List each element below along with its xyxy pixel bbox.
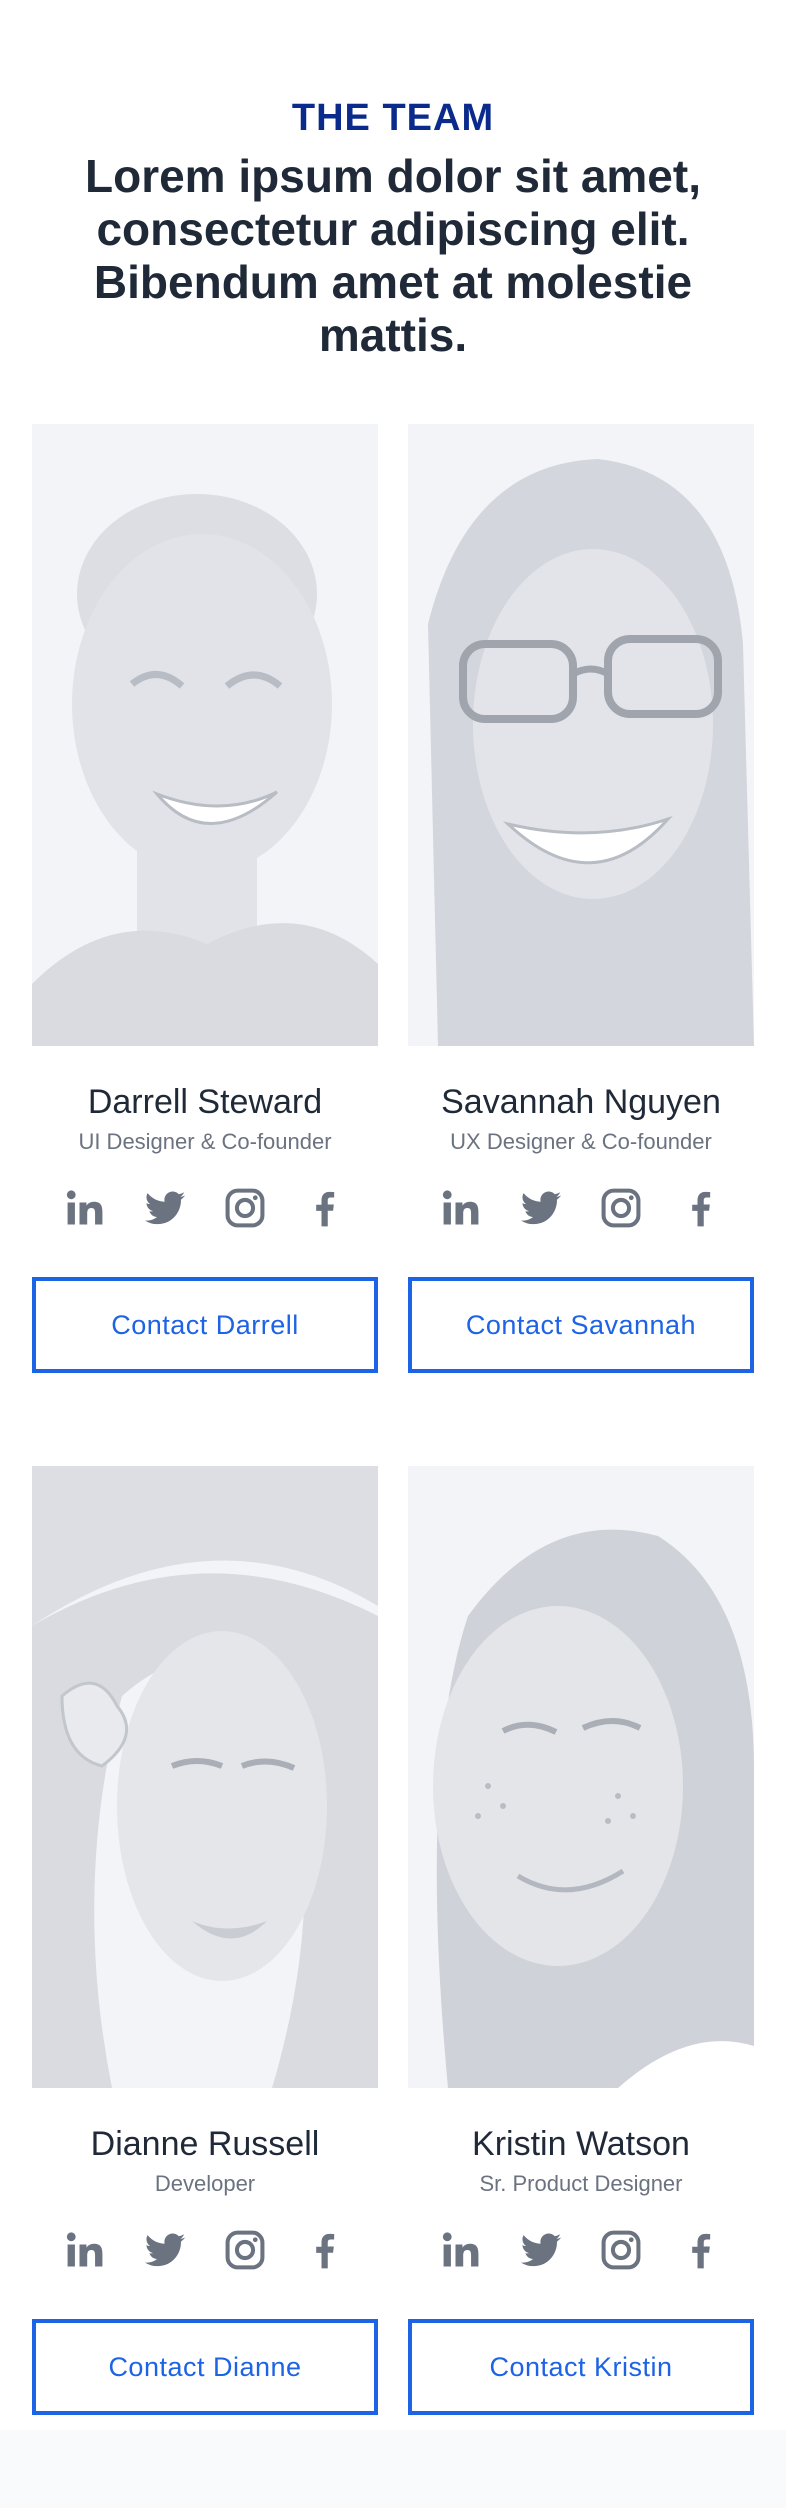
member-name: Dianne Russell xyxy=(90,2125,320,2163)
linkedin-icon[interactable] xyxy=(63,2228,107,2272)
team-card: Kristin Watson Sr. Product Designer Cont… xyxy=(408,1466,754,2415)
member-role: UX Designer & Co-founder xyxy=(450,1129,712,1154)
member-name: Kristin Watson xyxy=(472,2125,690,2163)
member-role: Developer xyxy=(154,2171,256,2196)
member-role: UI Designer & Co-founder xyxy=(78,1129,332,1154)
member-name: Darrell Steward xyxy=(87,1083,323,1121)
linkedin-icon[interactable] xyxy=(439,1186,483,1230)
contact-button[interactable]: Contact Darrell xyxy=(32,1277,378,1373)
instagram-icon[interactable] xyxy=(223,1186,267,1230)
social-links xyxy=(32,2228,378,2274)
section-eyebrow: THE TEAM xyxy=(291,97,495,139)
twitter-icon[interactable] xyxy=(143,1186,187,1230)
social-links xyxy=(32,1186,378,1232)
contact-button[interactable]: Contact Savannah xyxy=(408,1277,754,1373)
linkedin-icon[interactable] xyxy=(439,2228,483,2272)
member-photo xyxy=(408,1466,754,2088)
instagram-icon[interactable] xyxy=(599,2228,643,2272)
facebook-icon[interactable] xyxy=(303,2228,347,2272)
portrait-placeholder xyxy=(32,424,378,1046)
instagram-icon[interactable] xyxy=(599,1186,643,1230)
twitter-icon[interactable] xyxy=(143,2228,187,2272)
member-photo xyxy=(408,424,754,1046)
facebook-icon[interactable] xyxy=(679,2228,723,2272)
twitter-icon[interactable] xyxy=(519,1186,563,1230)
portrait-placeholder xyxy=(408,424,754,1046)
social-links xyxy=(408,1186,754,1232)
member-photo xyxy=(32,424,378,1046)
facebook-icon[interactable] xyxy=(303,1186,347,1230)
portrait-placeholder xyxy=(408,1466,754,2088)
portrait-placeholder xyxy=(32,1466,378,2088)
team-card: Savannah Nguyen UX Designer & Co-founder… xyxy=(408,424,754,1373)
member-role: Sr. Product Designer xyxy=(479,2171,683,2196)
member-photo xyxy=(32,1466,378,2088)
contact-button[interactable]: Contact Kristin xyxy=(408,2319,754,2415)
contact-button[interactable]: Contact Dianne xyxy=(32,2319,378,2415)
linkedin-icon[interactable] xyxy=(63,1186,107,1230)
team-card: Darrell Steward UI Designer & Co-founder… xyxy=(32,424,378,1373)
member-name: Savannah Nguyen xyxy=(441,1083,721,1121)
section-headline: Lorem ipsum dolor sit amet, consectetur … xyxy=(85,150,701,361)
team-section: THE TEAM Lorem ipsum dolor sit amet, con… xyxy=(0,0,786,2508)
facebook-icon[interactable] xyxy=(679,1186,723,1230)
social-links xyxy=(408,2228,754,2274)
instagram-icon[interactable] xyxy=(223,2228,267,2272)
team-card: Dianne Russell Developer Contact Dianne xyxy=(32,1466,378,2415)
twitter-icon[interactable] xyxy=(519,2228,563,2272)
